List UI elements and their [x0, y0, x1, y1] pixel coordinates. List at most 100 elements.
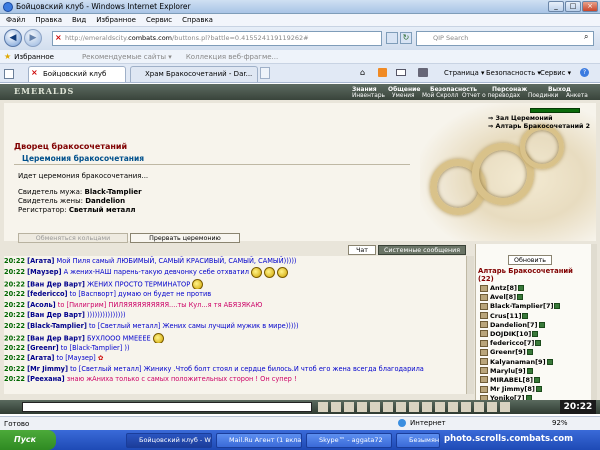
user-name[interactable]: Avel	[490, 293, 506, 301]
refresh-button[interactable]: Обновить	[508, 255, 552, 265]
message-time[interactable]: 20:22	[4, 322, 25, 330]
message-time[interactable]: 20:22	[4, 301, 25, 309]
user-name[interactable]: MIRABEL	[490, 376, 522, 384]
refresh-icon[interactable]: ↻	[400, 32, 412, 44]
nav-chat[interactable]: Общение	[388, 86, 420, 93]
zoom-level[interactable]: 92%	[552, 419, 568, 427]
user-list-item[interactable]: Dandelion[7]	[480, 321, 592, 330]
new-tab-button[interactable]	[260, 67, 270, 79]
safety-menu[interactable]: Безопасность ▾	[486, 69, 541, 77]
user-name[interactable]: Marylu	[490, 367, 515, 375]
tab-close-icon[interactable]: ×	[31, 68, 38, 77]
user-info-icon[interactable]	[522, 312, 529, 319]
message-time[interactable]: 20:22	[4, 281, 25, 289]
search-input[interactable]: QIP Search	[416, 31, 594, 46]
user-name[interactable]: Antz	[490, 284, 507, 292]
nav-safety[interactable]: Безопасность	[430, 86, 477, 93]
stand-icon[interactable]	[383, 402, 393, 412]
user-list-item[interactable]: Marylu[9]	[480, 367, 592, 376]
compat-icon[interactable]	[386, 32, 398, 44]
user-info-icon[interactable]	[554, 303, 561, 310]
user-list-item[interactable]: Kalyanaman[9]	[480, 358, 592, 367]
message-nick[interactable]: [Агата]	[27, 354, 54, 362]
message-nick[interactable]: [Mr Jimmy]	[27, 365, 68, 373]
user-list-item[interactable]: Avel[8]	[480, 293, 592, 302]
info-icon[interactable]	[500, 402, 510, 412]
message-nick[interactable]: [Black-Tamplier]	[27, 322, 87, 330]
message-nick[interactable]: [Ван Дер Варт]	[27, 311, 85, 319]
search-icon[interactable]: ⌕	[584, 32, 588, 42]
tab-system-messages[interactable]: Системные сообщения	[378, 245, 466, 255]
user-info-icon[interactable]	[538, 321, 545, 328]
maximize-button[interactable]: □	[565, 1, 581, 12]
user-info-icon[interactable]	[517, 294, 524, 301]
subnav-transfers[interactable]: Отчет о переводах	[462, 93, 520, 100]
message-time[interactable]: 20:22	[4, 334, 25, 342]
message-nick[interactable]: [Реехана]	[27, 375, 65, 383]
chat-scrollbar[interactable]	[466, 256, 474, 394]
subnav-profile[interactable]: Анкета	[566, 93, 588, 100]
user-info-icon[interactable]	[535, 340, 542, 347]
message-nick[interactable]: [Ван Дер Варт]	[27, 281, 85, 289]
menu-view[interactable]: Вид	[72, 14, 86, 27]
user-name[interactable]: Crus	[490, 312, 506, 320]
address-bar[interactable]: http://emeraldscity.combats.com/buttons.…	[52, 31, 382, 46]
taskbar-item-untitled[interactable]: Безымянн...	[396, 433, 440, 448]
subnav-scroll[interactable]: Мой Скролл	[422, 93, 458, 100]
nav-exit[interactable]: Выход	[548, 86, 571, 93]
message-time[interactable]: 20:22	[4, 311, 25, 319]
page-menu[interactable]: Страница ▾	[444, 69, 484, 77]
mail-icon[interactable]	[396, 69, 406, 76]
user-name[interactable]: Dandelion	[490, 321, 527, 329]
user-name[interactable]: DOJDIK	[490, 330, 516, 338]
user-list-item[interactable]: Mr Jimmy[8]	[480, 385, 592, 394]
people-icon[interactable]	[396, 402, 406, 412]
user-info-icon[interactable]	[533, 376, 540, 383]
message-nick[interactable]: [Маузер]	[27, 268, 61, 276]
nav-character[interactable]: Персонаж	[492, 86, 527, 93]
clear-icon[interactable]	[357, 402, 367, 412]
message-time[interactable]: 20:22	[4, 344, 25, 352]
user-info-icon[interactable]	[546, 358, 553, 365]
message-nick[interactable]: [Ван Дер Варт]	[27, 334, 85, 342]
webslice-gallery-link[interactable]: Коллекция веб-фрагме...	[186, 53, 278, 61]
recommended-sites-link[interactable]: Рекомендуемые сайты ▾	[82, 53, 172, 61]
user-info-icon[interactable]	[532, 330, 539, 337]
user-list-item[interactable]: DOJDIK[10]	[480, 330, 592, 339]
user-name[interactable]: Greenr	[490, 348, 515, 356]
print-icon[interactable]	[418, 68, 428, 77]
message-time[interactable]: 20:22	[4, 365, 25, 373]
back-button[interactable]: ◀	[4, 29, 22, 47]
user-list-item[interactable]: federicco[7]	[480, 339, 592, 348]
user-info-icon[interactable]	[518, 285, 525, 291]
tools-menu[interactable]: Сервис ▾	[540, 69, 571, 77]
sound-icon[interactable]	[370, 402, 380, 412]
menu-file[interactable]: Файл	[6, 14, 25, 27]
nav-knowledge[interactable]: Знания	[352, 86, 377, 93]
translit-icon[interactable]	[331, 402, 341, 412]
user-name[interactable]: federicco	[490, 339, 524, 347]
start-button[interactable]: Пуск	[0, 430, 56, 450]
lock-icon[interactable]	[448, 402, 458, 412]
subnav-inventory[interactable]: Инвентарь	[352, 93, 385, 100]
quick-tabs-icon[interactable]	[4, 69, 14, 79]
menu-favorites[interactable]: Избранное	[96, 14, 136, 27]
scroll-icon[interactable]	[409, 402, 419, 412]
message-time[interactable]: 20:22	[4, 375, 25, 383]
stop-ceremony-button[interactable]: Прервать церемонию	[130, 233, 240, 243]
user-list-item[interactable]: Antz[8]	[480, 284, 592, 293]
mail-chat-icon[interactable]	[435, 402, 445, 412]
home-icon[interactable]: ⌂	[360, 68, 365, 77]
user-info-icon[interactable]	[526, 367, 533, 374]
help-icon[interactable]: ?	[580, 68, 589, 77]
user-list-item[interactable]: Black-Tamplier[7]	[480, 302, 592, 311]
message-time[interactable]: 20:22	[4, 268, 25, 276]
user-list-item[interactable]: MIRABEL[8]	[480, 376, 592, 385]
forward-button[interactable]: ▶	[24, 29, 42, 47]
gift-icon[interactable]	[422, 402, 432, 412]
taskbar-item-mailru[interactable]: Mail.Ru Агент (1 вкла...	[216, 433, 302, 448]
tab-fight-club[interactable]: Бойцовский клуб	[28, 66, 126, 82]
message-time[interactable]: 20:22	[4, 257, 25, 265]
spell-icon[interactable]	[474, 402, 484, 412]
favorites-button[interactable]: Избранное	[14, 53, 54, 61]
